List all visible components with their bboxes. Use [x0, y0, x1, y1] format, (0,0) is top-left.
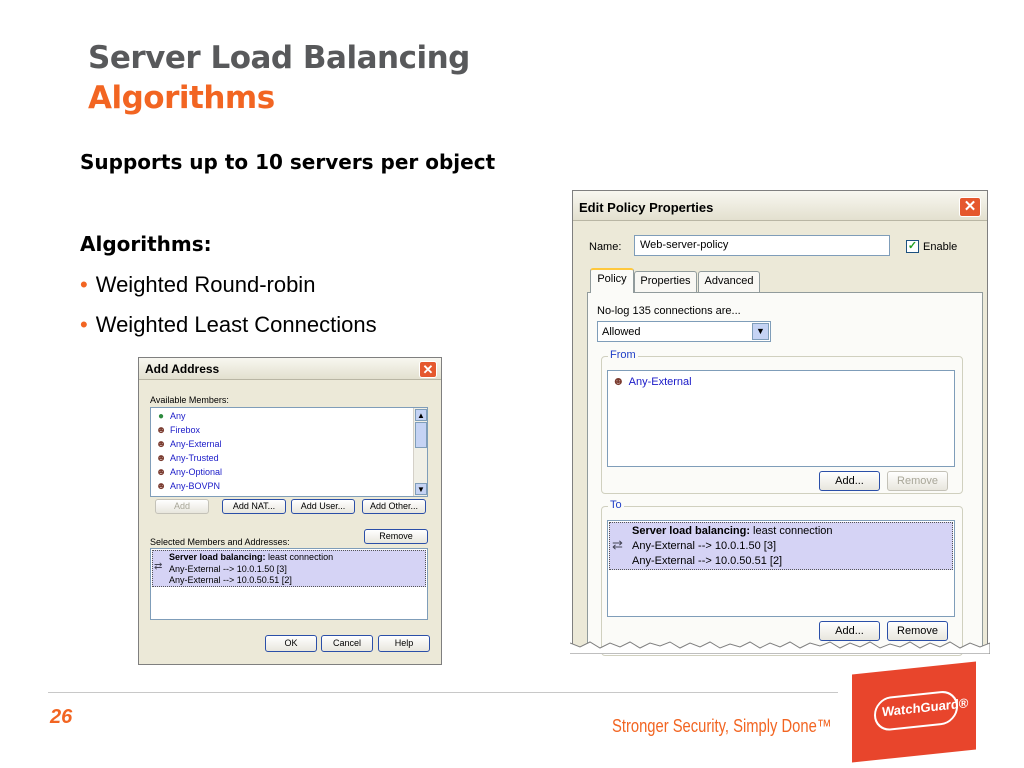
user-alias-icon: ☻ [155, 467, 167, 478]
selected-members-list[interactable]: ⇄ Server load balancing: least connectio… [150, 548, 428, 620]
globe-icon: ● [157, 411, 165, 422]
ok-button[interactable]: OK [265, 635, 317, 652]
list-item[interactable]: ☻ Firebox [155, 423, 200, 437]
server-line: Any-External --> 10.0.50.51 [2] [632, 555, 783, 567]
list-item[interactable]: ☻ Any-Trusted [155, 451, 219, 465]
from-add-button[interactable]: Add... [819, 471, 880, 491]
list-item[interactable]: ☻ Any-Optional [155, 465, 222, 479]
scroll-thumb[interactable] [415, 422, 427, 448]
available-members-label: Available Members: [150, 395, 229, 405]
tab-policy[interactable]: Policy [590, 268, 634, 293]
edit-policy-dialog: Edit Policy Properties ✕ Name: Web-serve… [572, 190, 988, 656]
selected-list-item[interactable]: ⇄ Server load balancing: least connectio… [609, 522, 953, 570]
chevron-down-icon[interactable]: ▼ [752, 323, 769, 340]
watchguard-logo: WatchGuard® [852, 661, 976, 763]
to-group: To ⇄ Server load balancing: least connec… [601, 499, 963, 656]
selected-list-item[interactable]: ⇄ Server load balancing: least connectio… [152, 550, 426, 587]
list-item[interactable]: ● Any [155, 409, 186, 423]
available-members-list[interactable]: ● Any ☻ Firebox ☻ Any-External ☻ Any-Trusted… [150, 407, 428, 497]
scrollbar[interactable]: ▲ ▼ [413, 408, 427, 496]
to-list[interactable]: ⇄ Server load balancing: least connectio… [607, 520, 955, 617]
to-remove-button[interactable]: Remove [887, 621, 948, 641]
algorithms-heading: Algorithms: [80, 232, 212, 256]
user-alias-icon: ☻ [155, 425, 167, 436]
scroll-up-icon[interactable]: ▲ [415, 409, 427, 421]
remove-button[interactable]: Remove [364, 529, 428, 544]
slide-title: Server Load Balancing [88, 40, 470, 76]
tab-properties[interactable]: Properties [634, 271, 697, 292]
user-alias-icon: ☻ [612, 374, 625, 388]
tab-advanced[interactable]: Advanced [698, 271, 760, 292]
dialog-titlebar: Add Address ✕ [139, 358, 441, 380]
list-item[interactable]: ☻ Any-External [155, 437, 222, 451]
bullet-dot-icon: • [80, 312, 88, 337]
from-list[interactable]: ☻ Any-External [607, 370, 955, 467]
connections-label: No-log 135 connections are... [597, 305, 741, 317]
server-line: Any-External --> 10.0.1.50 [3] [632, 540, 776, 552]
bullet-item: • Weighted Round-robin [80, 272, 315, 298]
torn-edge [570, 641, 990, 654]
from-group: From ☻ Any-External Add... Remove [601, 349, 963, 494]
user-alias-icon: ☻ [155, 481, 167, 492]
bullet-text: Weighted Round-robin [95, 272, 316, 297]
scroll-down-icon[interactable]: ▼ [415, 483, 427, 495]
to-label: To [608, 499, 624, 511]
policy-tab-panel: No-log 135 connections are... Allowed ▼ … [587, 292, 983, 656]
policy-name-input[interactable]: Web-server-policy [634, 235, 890, 256]
footer-divider [48, 692, 838, 693]
from-label: From [608, 349, 638, 361]
tagline: Stronger Security, Simply Done™ [612, 716, 832, 736]
server-line: Any-External --> 10.0.1.50 [3] [169, 564, 287, 574]
connections-dropdown[interactable]: Allowed ▼ [597, 321, 771, 342]
add-other-button[interactable]: Add Other... [362, 499, 426, 514]
server-line: Any-External --> 10.0.50.51 [2] [169, 575, 292, 585]
help-button[interactable]: Help [378, 635, 430, 652]
selected-members-label: Selected Members and Addresses: [150, 537, 290, 547]
cancel-button[interactable]: Cancel [321, 635, 373, 652]
load-balance-icon: ⇄ [612, 537, 623, 552]
add-user-button[interactable]: Add User... [291, 499, 355, 514]
add-nat-button[interactable]: Add NAT... [222, 499, 286, 514]
enable-label: Enable [923, 241, 958, 253]
user-alias-icon: ☻ [155, 439, 167, 450]
dialog-title: Edit Policy Properties [579, 200, 714, 215]
page-number: 26 [50, 706, 73, 728]
dialog-title: Add Address [145, 362, 220, 376]
bullet-dot-icon: • [80, 272, 88, 297]
add-button[interactable]: Add [155, 499, 209, 514]
user-alias-icon: ☻ [155, 453, 167, 464]
slide-subheading: Supports up to 10 servers per object [80, 150, 496, 174]
slide-subtitle: Algorithms [88, 80, 275, 116]
to-add-button[interactable]: Add... [819, 621, 880, 641]
list-item[interactable]: ☻ Any-External [612, 374, 692, 388]
enable-checkbox[interactable]: ✓ [906, 240, 919, 253]
load-balance-icon: ⇄ [154, 561, 163, 572]
name-label: Name: [589, 241, 622, 253]
bullet-text: Weighted Least Connections [95, 312, 377, 337]
bullet-item: • Weighted Least Connections [80, 312, 377, 338]
close-icon[interactable]: ✕ [959, 197, 981, 217]
dialog-titlebar: Edit Policy Properties ✕ [573, 191, 987, 221]
list-item[interactable]: ☻ Any-BOVPN [155, 479, 220, 493]
add-address-dialog: Add Address ✕ Available Members: ● Any ☻ F… [138, 357, 442, 665]
from-remove-button[interactable]: Remove [887, 471, 948, 491]
close-icon[interactable]: ✕ [419, 361, 437, 378]
